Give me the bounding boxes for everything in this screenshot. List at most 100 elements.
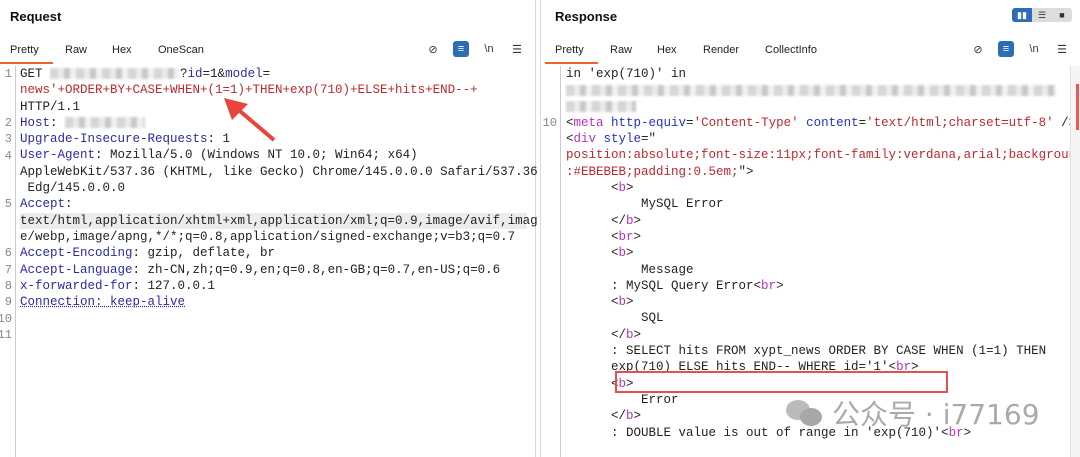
response-toolbar: ⊘ ≡ \n ☰ — [970, 41, 1070, 57]
code-line: <b> — [566, 245, 1072, 261]
wrap-icon[interactable]: ≡ — [998, 41, 1014, 57]
tab-raw[interactable]: Raw — [65, 44, 87, 56]
redacted-text — [566, 100, 636, 112]
code-token: < — [566, 376, 619, 391]
code-line: e/webp,image/apng,*/*;q=0.8,application/… — [20, 229, 527, 245]
tab-raw[interactable]: Raw — [610, 44, 632, 56]
code-token: br — [618, 229, 634, 244]
code-line: <meta http-equiv='Content-Type' content=… — [566, 115, 1076, 131]
code-token: Accept-Encoding — [20, 246, 133, 261]
code-token: b — [618, 246, 627, 261]
code-token: http-equiv — [603, 115, 687, 130]
newline-toggle[interactable]: \n — [481, 41, 497, 57]
scrollbar[interactable] — [1070, 66, 1080, 457]
request-title: Request — [10, 9, 62, 24]
tab-hex[interactable]: Hex — [112, 44, 132, 56]
code-token: < — [566, 246, 619, 261]
code-line: x-forwarded-for: 127.0.0.1 — [20, 278, 527, 294]
eye-off-icon[interactable]: ⊘ — [425, 41, 441, 57]
code-token: meta — [573, 115, 604, 130]
code-line: <b> — [566, 294, 1072, 310]
menu-icon[interactable]: ☰ — [1054, 41, 1070, 57]
split-rows-icon[interactable]: ☰ — [1032, 8, 1052, 22]
line-number: 2 — [4, 115, 12, 130]
code-line: </b> — [566, 327, 1072, 343]
code-token: User-Agent — [20, 148, 96, 163]
code-token: content — [798, 115, 859, 130]
code-token: Edg/145.0.0.0 — [20, 181, 126, 196]
code-line: SQL — [566, 310, 1072, 326]
code-token: Accept — [20, 197, 66, 212]
code-line: position:absolute;font-size:11px;font-fa… — [566, 147, 1080, 163]
code-token: = — [686, 115, 694, 130]
code-line: <br> — [566, 229, 1072, 245]
tab-hex[interactable]: Hex — [657, 44, 677, 56]
tab-collectinfo[interactable]: CollectInfo — [765, 44, 817, 56]
code-token: > — [626, 181, 634, 196]
eye-off-icon[interactable]: ⊘ — [970, 41, 986, 57]
code-token: Upgrade-Insecure-Requests — [20, 132, 208, 147]
code-token: "> — [738, 164, 754, 179]
newline-toggle[interactable]: \n — [1026, 41, 1042, 57]
highlight-box — [615, 371, 948, 393]
response-pane: Response ▮▮ ☰ ■ Pretty Raw Hex Render Co… — [540, 0, 1080, 457]
code-line: Edg/145.0.0.0 — [20, 180, 527, 196]
code-token: GET — [20, 67, 51, 81]
code-token: 'Content-Type' — [693, 115, 799, 130]
code-token: in 'exp(710)' in — [566, 67, 687, 81]
code-token: text/html,application/xhtml+xml,applicat… — [20, 213, 538, 228]
code-token: Connection: keep-alive — [20, 295, 186, 310]
tab-pretty[interactable]: Pretty — [0, 44, 53, 64]
code-line: Connection: keep-alive — [20, 294, 527, 310]
split-columns-icon[interactable]: ▮▮ — [1012, 8, 1032, 22]
line-number: 4 — [4, 148, 12, 163]
code-token: position:absolute;font-size:11px;font-fa… — [566, 148, 1080, 163]
line-number: 11 — [0, 327, 12, 342]
code-token: =1& — [202, 67, 226, 81]
code-line: GET ?id=1&model= — [20, 66, 527, 82]
wrap-icon[interactable]: ≡ — [453, 41, 469, 57]
code-line: Message — [566, 262, 1072, 278]
annotation-arrow — [224, 98, 276, 142]
code-token: > — [776, 278, 784, 293]
code-token: HTTP/1.1 — [20, 99, 81, 114]
code-token: > — [633, 327, 642, 342]
code-token: : gzip, deflate, br — [132, 246, 276, 261]
code-token: : SELECT hits FROM xypt_news ORDER BY CA… — [566, 344, 1047, 359]
code-token: style — [596, 132, 642, 147]
line-number: 3 — [4, 132, 12, 147]
code-token: b — [618, 181, 627, 196]
code-line: : SELECT hits FROM xypt_news ORDER BY CA… — [566, 343, 1072, 359]
code-token: : 127.0.0.1 — [132, 278, 216, 293]
code-token: id — [187, 67, 203, 81]
code-token: Message — [566, 262, 694, 277]
tab-pretty[interactable]: Pretty — [545, 44, 598, 64]
code-line: <b> — [566, 180, 1072, 196]
tab-onescan[interactable]: OneScan — [158, 44, 204, 56]
code-token: </ — [566, 213, 627, 228]
code-token: :#EBEBEB;padding:0.5em; — [566, 164, 739, 179]
code-line: <div style=" — [566, 131, 1072, 147]
line-number: 10 — [0, 311, 12, 326]
wechat-icon — [786, 398, 824, 428]
code-token: : zh-CN,zh;q=0.9,en;q=0.8,en-GB;q=0.7,en… — [132, 262, 501, 277]
line-number: 8 — [4, 278, 12, 293]
code-token: SQL — [566, 311, 664, 326]
code-token: = — [858, 115, 867, 130]
line-number: 6 — [4, 246, 12, 261]
code-line — [566, 82, 1072, 98]
code-line: in 'exp(710)' in — [566, 66, 1072, 82]
single-pane-icon[interactable]: ■ — [1052, 8, 1072, 22]
request-pane: Request Pretty Raw Hex OneScan ⊘ ≡ \n ☰ … — [0, 0, 538, 457]
watermark: 公众号 · i77169 — [786, 393, 1040, 433]
code-token: ? — [180, 67, 188, 81]
code-token: Host — [20, 115, 51, 130]
code-line: Accept-Language: zh-CN,zh;q=0.9,en;q=0.8… — [20, 262, 527, 278]
code-token: Accept-Language — [20, 262, 133, 277]
redacted-text — [566, 84, 1056, 96]
code-line — [566, 99, 1072, 115]
code-token: < — [566, 115, 574, 130]
menu-icon[interactable]: ☰ — [509, 41, 525, 57]
tab-render[interactable]: Render — [703, 44, 739, 56]
